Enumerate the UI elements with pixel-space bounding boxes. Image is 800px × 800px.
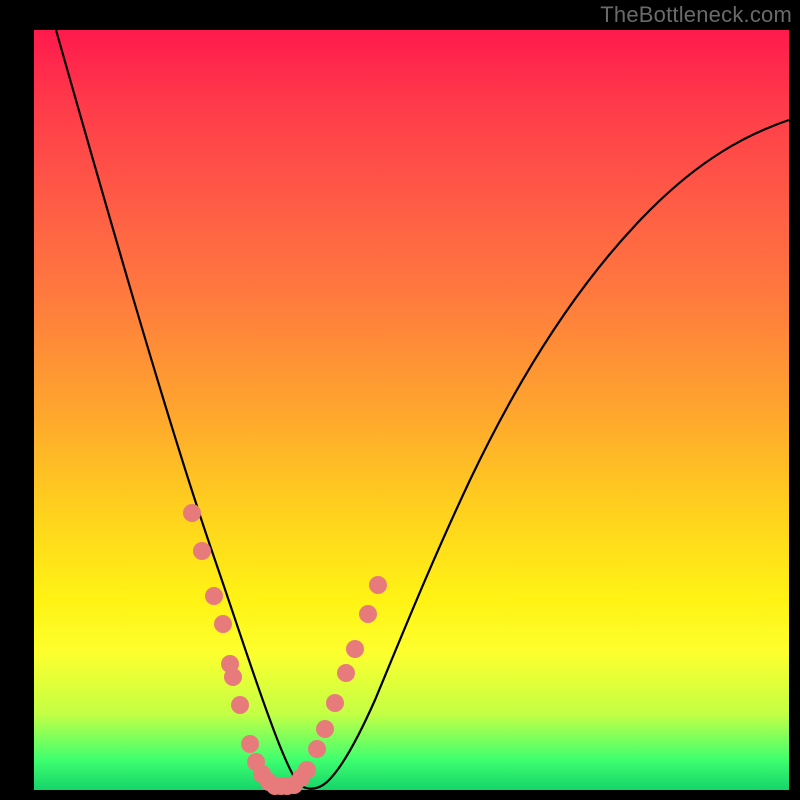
data-dot (298, 761, 316, 779)
dots-group (183, 504, 387, 795)
chart-frame: TheBottleneck.com (0, 0, 800, 800)
data-dot (183, 504, 201, 522)
data-dot (337, 664, 355, 682)
data-dot (346, 640, 364, 658)
data-dot (214, 615, 232, 633)
data-dot (205, 587, 223, 605)
data-dot (359, 605, 377, 623)
data-dot (326, 694, 344, 712)
data-dot (193, 542, 211, 560)
data-dot (308, 740, 326, 758)
data-dot (369, 576, 387, 594)
chart-svg (0, 0, 800, 800)
data-dot (224, 668, 242, 686)
data-dot (316, 720, 334, 738)
data-dot (231, 696, 249, 714)
data-dot (241, 735, 259, 753)
bottleneck-curve (56, 30, 789, 789)
